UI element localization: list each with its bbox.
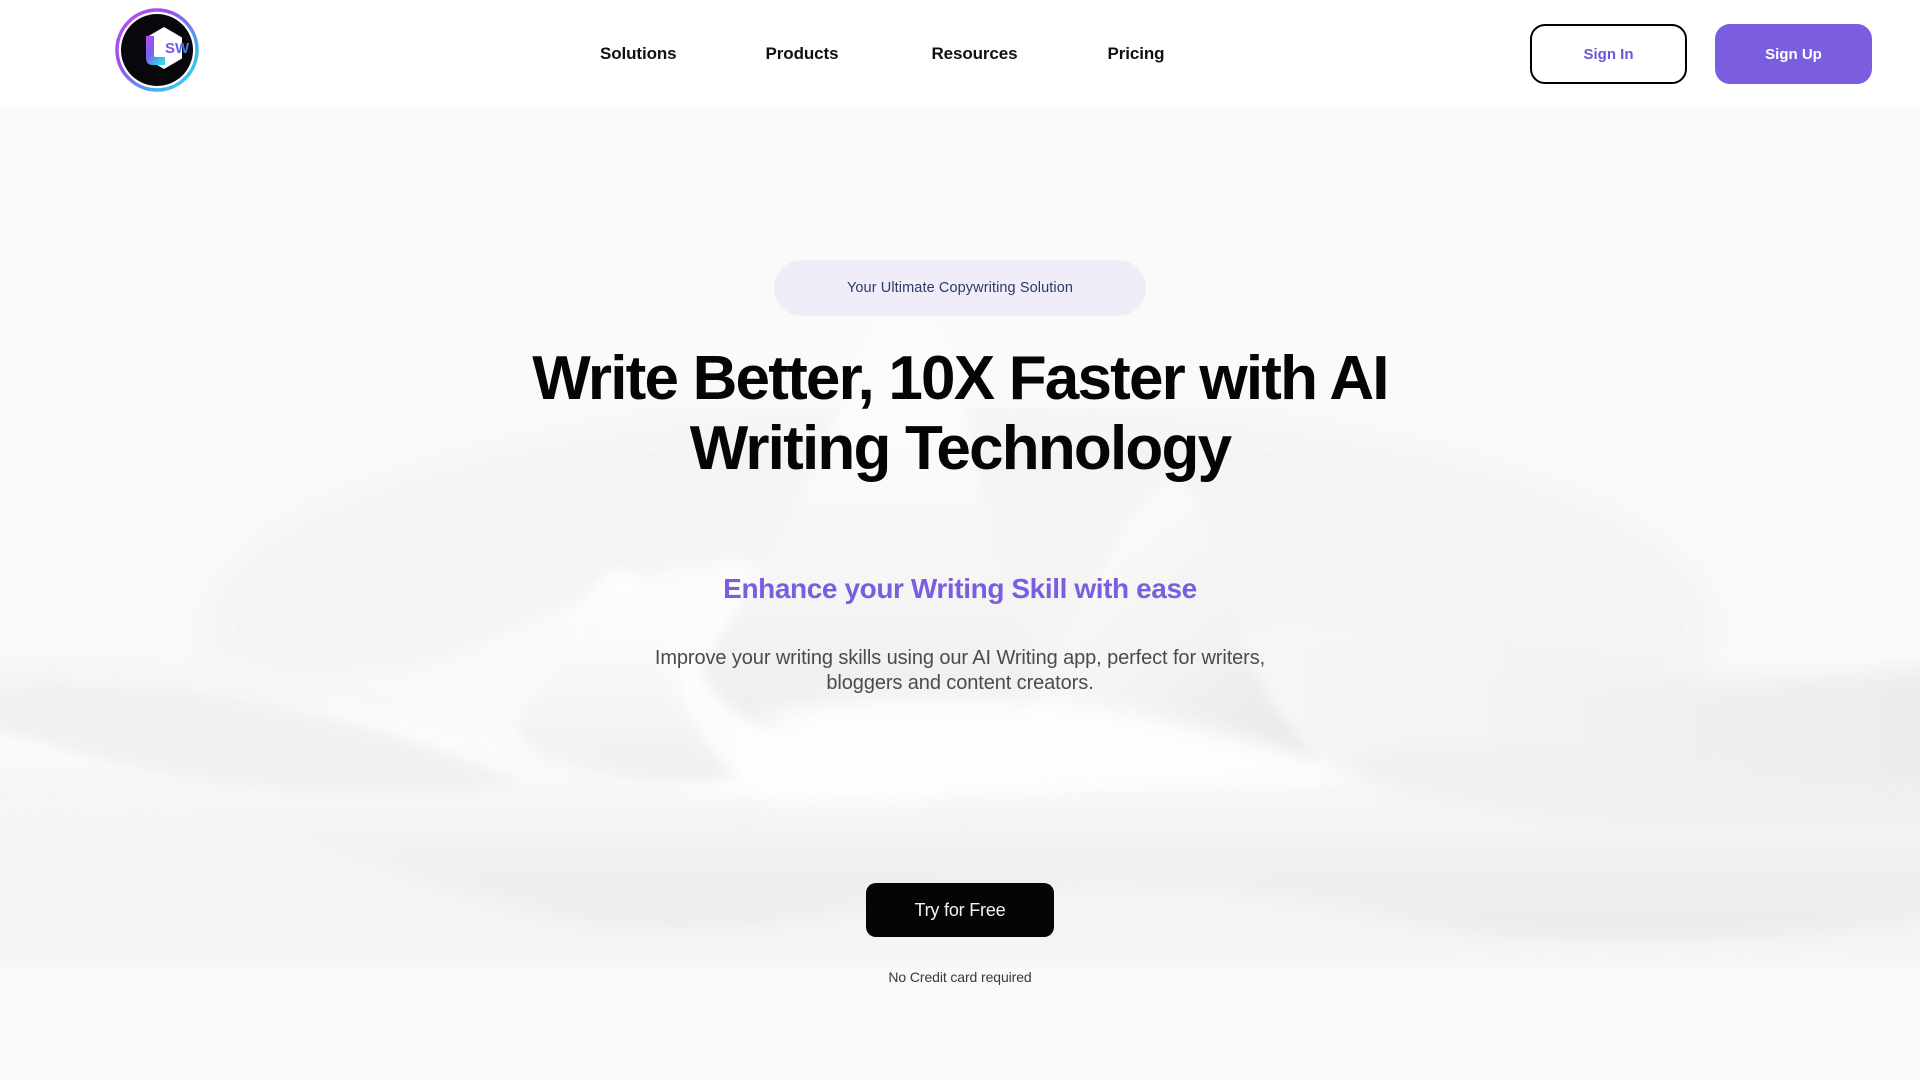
logo-text: SW bbox=[165, 40, 190, 57]
sw-hexagon-logo-icon: SW bbox=[115, 8, 199, 92]
hero-subheadline: Enhance your Writing Skill with ease bbox=[723, 573, 1197, 604]
sign-up-button[interactable]: Sign Up bbox=[1715, 24, 1872, 84]
main-navigation: Solutions Products Resources Pricing bbox=[600, 0, 1165, 108]
landing-page: SW Solutions Products Resources Pricing … bbox=[0, 0, 1920, 1080]
site-header: SW Solutions Products Resources Pricing … bbox=[0, 0, 1920, 108]
auth-buttons: Sign In Sign Up bbox=[1530, 0, 1872, 108]
nav-item-resources[interactable]: Resources bbox=[931, 36, 1017, 72]
hero-content: Your Ultimate Copywriting Solution Write… bbox=[0, 108, 1920, 1080]
hero-section: Your Ultimate Copywriting Solution Write… bbox=[0, 108, 1920, 1080]
nav-item-solutions[interactable]: Solutions bbox=[600, 36, 677, 72]
brand-logo[interactable]: SW bbox=[115, 8, 199, 92]
nav-item-pricing[interactable]: Pricing bbox=[1107, 36, 1164, 72]
hero-badge: Your Ultimate Copywriting Solution bbox=[774, 260, 1146, 316]
hero-headline: Write Better, 10X Faster with AI Writing… bbox=[532, 344, 1389, 483]
hero-paragraph: Improve your writing skills using our AI… bbox=[654, 647, 1266, 694]
no-credit-card-note: No Credit card required bbox=[888, 969, 1032, 985]
sign-in-button[interactable]: Sign In bbox=[1530, 24, 1687, 84]
try-for-free-button[interactable]: Try for Free bbox=[866, 883, 1054, 937]
nav-item-products[interactable]: Products bbox=[766, 36, 839, 72]
